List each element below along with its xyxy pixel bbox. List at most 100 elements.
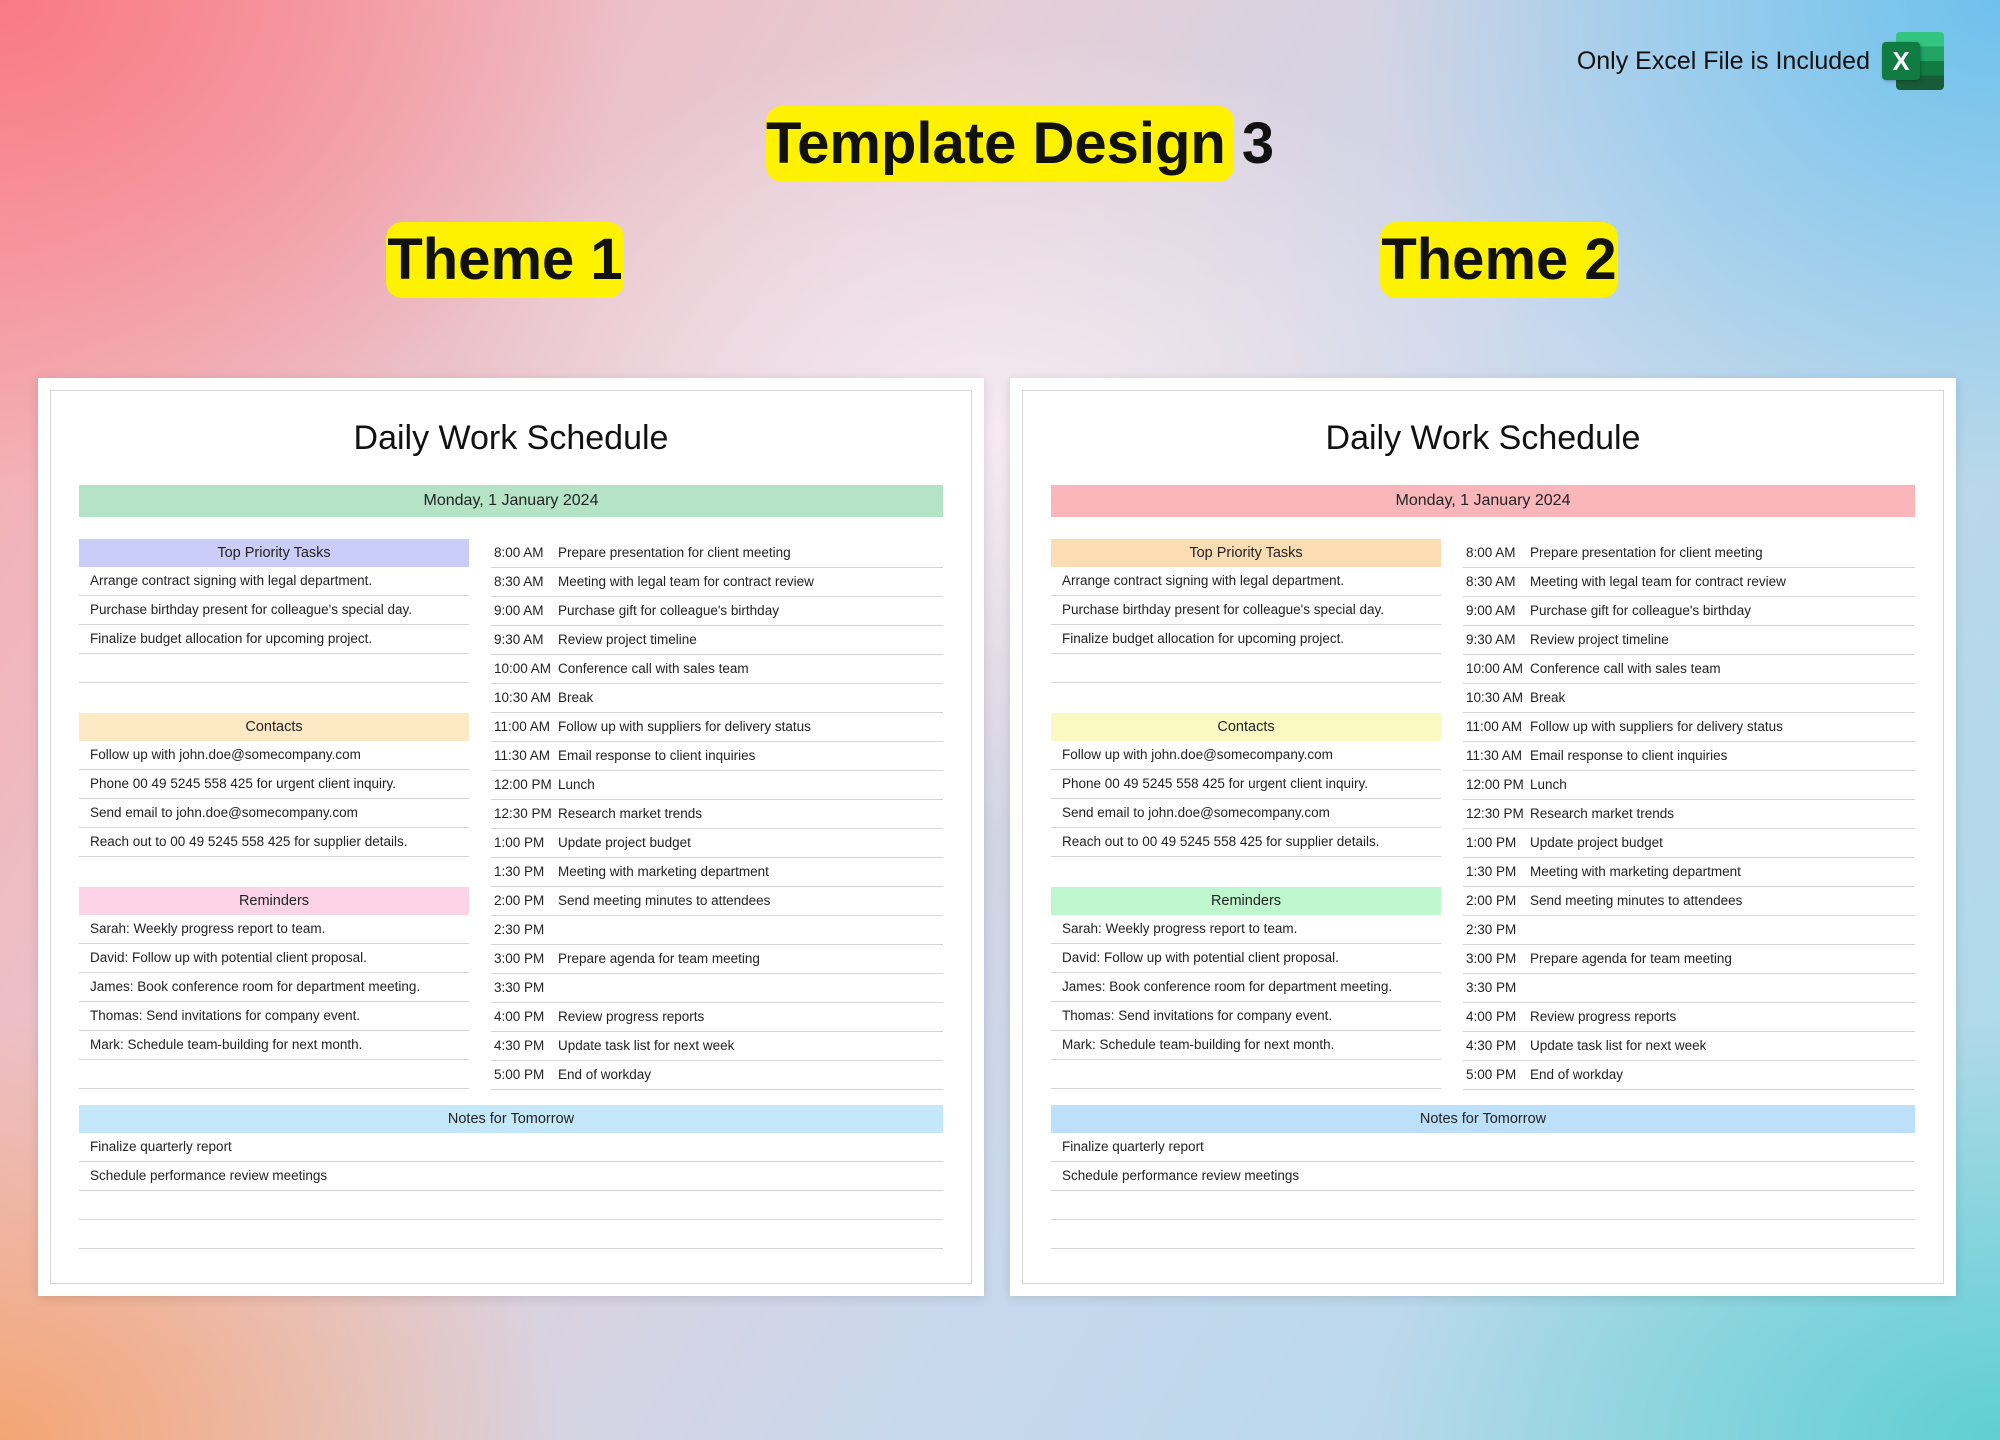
schedule-row[interactable]: 2:30 PM: [1463, 916, 1915, 945]
schedule-row[interactable]: 1:00 PM Update project budget: [1463, 829, 1915, 858]
schedule-activity: Prepare agenda for team meeting: [1530, 951, 1732, 966]
note-text: [1051, 1226, 1062, 1241]
schedule-row[interactable]: 8:30 AM Meeting with legal team for contr…: [491, 568, 943, 597]
priority-task-row-text: Finalize budget allocation for upcoming …: [90, 631, 373, 646]
contact-row[interactable]: Send email to john.doe@somecompany.com: [79, 799, 469, 828]
schedule-row[interactable]: 2:00 PM Send meeting minutes to attendees: [491, 887, 943, 916]
schedule-row[interactable]: 4:00 PM Review progress reports: [1463, 1003, 1915, 1032]
contact-row[interactable]: Send email to john.doe@somecompany.com: [1051, 799, 1441, 828]
contact-row[interactable]: Follow up with john.doe@somecompany.com: [1051, 741, 1441, 770]
note-row[interactable]: [79, 1220, 943, 1249]
reminder-row[interactable]: Mark: Schedule team-building for next mo…: [1051, 1031, 1441, 1060]
schedule-row[interactable]: 12:30 PM Research market trends: [1463, 800, 1915, 829]
schedule-row[interactable]: 10:30 AM Break: [1463, 684, 1915, 713]
contact-row[interactable]: Reach out to 00 49 5245 558 425 for supp…: [1051, 828, 1441, 857]
schedule-time: 11:00 AM: [1466, 719, 1523, 734]
priority-task-row[interactable]: Finalize budget allocation for upcoming …: [79, 625, 469, 654]
reminder-row[interactable]: David: Follow up with potential client p…: [1051, 944, 1441, 973]
date-band: Monday, 1 January 2024: [79, 485, 943, 517]
note-row[interactable]: Finalize quarterly report: [79, 1133, 943, 1162]
schedule-row[interactable]: 4:30 PM Update task list for next week: [1463, 1032, 1915, 1061]
reminder-row-text: Sarah: Weekly progress report to team.: [1062, 921, 1298, 936]
schedule-row[interactable]: 12:00 PM Lunch: [1463, 771, 1915, 800]
reminder-row[interactable]: Thomas: Send invitations for company eve…: [1051, 1002, 1441, 1031]
schedule-time: 10:00 AM: [494, 661, 552, 676]
schedule-row[interactable]: 4:00 PM Review progress reports: [491, 1003, 943, 1032]
reminder-row[interactable]: Sarah: Weekly progress report to team.: [1051, 915, 1441, 944]
schedule-row[interactable]: 8:30 AM Meeting with legal team for contr…: [1463, 568, 1915, 597]
schedule-row[interactable]: 10:00 AM Conference call with sales team: [491, 655, 943, 684]
schedule-activity: Follow up with suppliers for delivery st…: [1530, 719, 1783, 734]
schedule-row[interactable]: 9:00 AM Purchase gift for colleague's bir…: [491, 597, 943, 626]
schedule-row[interactable]: 8:00 AM Prepare presentation for client m…: [1463, 539, 1915, 568]
note-row[interactable]: Schedule performance review meetings: [79, 1162, 943, 1191]
note-row[interactable]: [79, 1191, 943, 1220]
reminder-row[interactable]: Sarah: Weekly progress report to team.: [79, 915, 469, 944]
contact-row-text: Send email to john.doe@somecompany.com: [1062, 805, 1330, 820]
schedule-row[interactable]: 10:30 AM Break: [491, 684, 943, 713]
schedule-row[interactable]: 3:30 PM: [491, 974, 943, 1003]
note-row[interactable]: [1051, 1191, 1915, 1220]
priority-task-row[interactable]: [1051, 654, 1441, 683]
schedule-row[interactable]: 8:00 AM Prepare presentation for client m…: [491, 539, 943, 568]
schedule-time: 3:30 PM: [494, 980, 545, 995]
priority-task-row-text: Arrange contract signing with legal depa…: [1062, 573, 1345, 588]
schedule-row[interactable]: 1:30 PM Meeting with marketing department: [491, 858, 943, 887]
reminders-header: Reminders: [79, 887, 469, 915]
priority-tasks-header: Top Priority Tasks: [79, 539, 469, 567]
note-text: Schedule performance review meetings: [90, 1168, 328, 1183]
schedule-time: 11:30 AM: [1466, 748, 1523, 763]
schedule-activity: Prepare presentation for client meeting: [558, 545, 791, 560]
schedule-row[interactable]: 9:00 AM Purchase gift for colleague's bir…: [1463, 597, 1915, 626]
schedule-row[interactable]: 3:30 PM: [1463, 974, 1915, 1003]
reminder-row[interactable]: James: Book conference room for departme…: [1051, 973, 1441, 1002]
schedule-row[interactable]: 11:00 AM Follow up with suppliers for del…: [491, 713, 943, 742]
reminder-row[interactable]: [1051, 1060, 1441, 1089]
schedule-time: 8:00 AM: [1466, 545, 1516, 560]
schedule-row[interactable]: 10:00 AM Conference call with sales team: [1463, 655, 1915, 684]
schedule-activity: Email response to client inquiries: [1530, 748, 1728, 763]
schedule-row[interactable]: 9:30 AM Review project timeline: [1463, 626, 1915, 655]
note-row[interactable]: Finalize quarterly report: [1051, 1133, 1915, 1162]
schedule-row[interactable]: 2:30 PM: [491, 916, 943, 945]
contact-row[interactable]: Phone 00 49 5245 558 425 for urgent clie…: [1051, 770, 1441, 799]
reminder-row[interactable]: Thomas: Send invitations for company eve…: [79, 1002, 469, 1031]
contact-row[interactable]: Phone 00 49 5245 558 425 for urgent clie…: [79, 770, 469, 799]
priority-task-row[interactable]: Finalize budget allocation for upcoming …: [1051, 625, 1441, 654]
schedule-row[interactable]: 1:30 PM Meeting with marketing department: [1463, 858, 1915, 887]
schedule-time: 2:00 PM: [494, 893, 545, 908]
schedule-row[interactable]: 3:00 PM Prepare agenda for team meeting: [491, 945, 943, 974]
schedule-sheet-theme-1: Daily Work Schedule Monday, 1 January 202…: [38, 378, 984, 1296]
schedule-row[interactable]: 12:00 PM Lunch: [491, 771, 943, 800]
schedule-row[interactable]: 1:00 PM Update project budget: [491, 829, 943, 858]
priority-task-row[interactable]: [79, 654, 469, 683]
schedule-activity: Update project budget: [1530, 835, 1663, 850]
schedule-row[interactable]: 11:00 AM Follow up with suppliers for del…: [1463, 713, 1915, 742]
schedule-time: 4:00 PM: [494, 1009, 545, 1024]
note-row[interactable]: [1051, 1220, 1915, 1249]
priority-task-row[interactable]: Arrange contract signing with legal depa…: [1051, 567, 1441, 596]
schedule-row[interactable]: 4:30 PM Update task list for next week: [491, 1032, 943, 1061]
schedule-row[interactable]: 12:30 PM Research market trends: [491, 800, 943, 829]
schedule-row[interactable]: 9:30 AM Review project timeline: [491, 626, 943, 655]
schedule-row[interactable]: 11:30 AM Email response to client inquiri…: [491, 742, 943, 771]
schedule-row[interactable]: 11:30 AM Email response to client inquiri…: [1463, 742, 1915, 771]
reminder-row[interactable]: Mark: Schedule team-building for next mo…: [79, 1031, 469, 1060]
schedule-row[interactable]: 5:00 PM End of workday: [491, 1061, 943, 1090]
priority-task-row[interactable]: Purchase birthday present for colleague'…: [79, 596, 469, 625]
reminder-row[interactable]: David: Follow up with potential client p…: [79, 944, 469, 973]
reminder-row[interactable]: [79, 1060, 469, 1089]
contact-row[interactable]: Reach out to 00 49 5245 558 425 for supp…: [79, 828, 469, 857]
schedule-activity: Lunch: [1530, 777, 1567, 792]
contact-row[interactable]: Follow up with john.doe@somecompany.com: [79, 741, 469, 770]
reminder-row[interactable]: James: Book conference room for departme…: [79, 973, 469, 1002]
note-row[interactable]: Schedule performance review meetings: [1051, 1162, 1915, 1191]
contact-row-text: Follow up with john.doe@somecompany.com: [1062, 747, 1333, 762]
priority-task-row[interactable]: Purchase birthday present for colleague'…: [1051, 596, 1441, 625]
priority-task-row[interactable]: Arrange contract signing with legal depa…: [79, 567, 469, 596]
schedule-row[interactable]: 3:00 PM Prepare agenda for team meeting: [1463, 945, 1915, 974]
schedule-row[interactable]: 5:00 PM End of workday: [1463, 1061, 1915, 1090]
schedule-row[interactable]: 2:00 PM Send meeting minutes to attendees: [1463, 887, 1915, 916]
